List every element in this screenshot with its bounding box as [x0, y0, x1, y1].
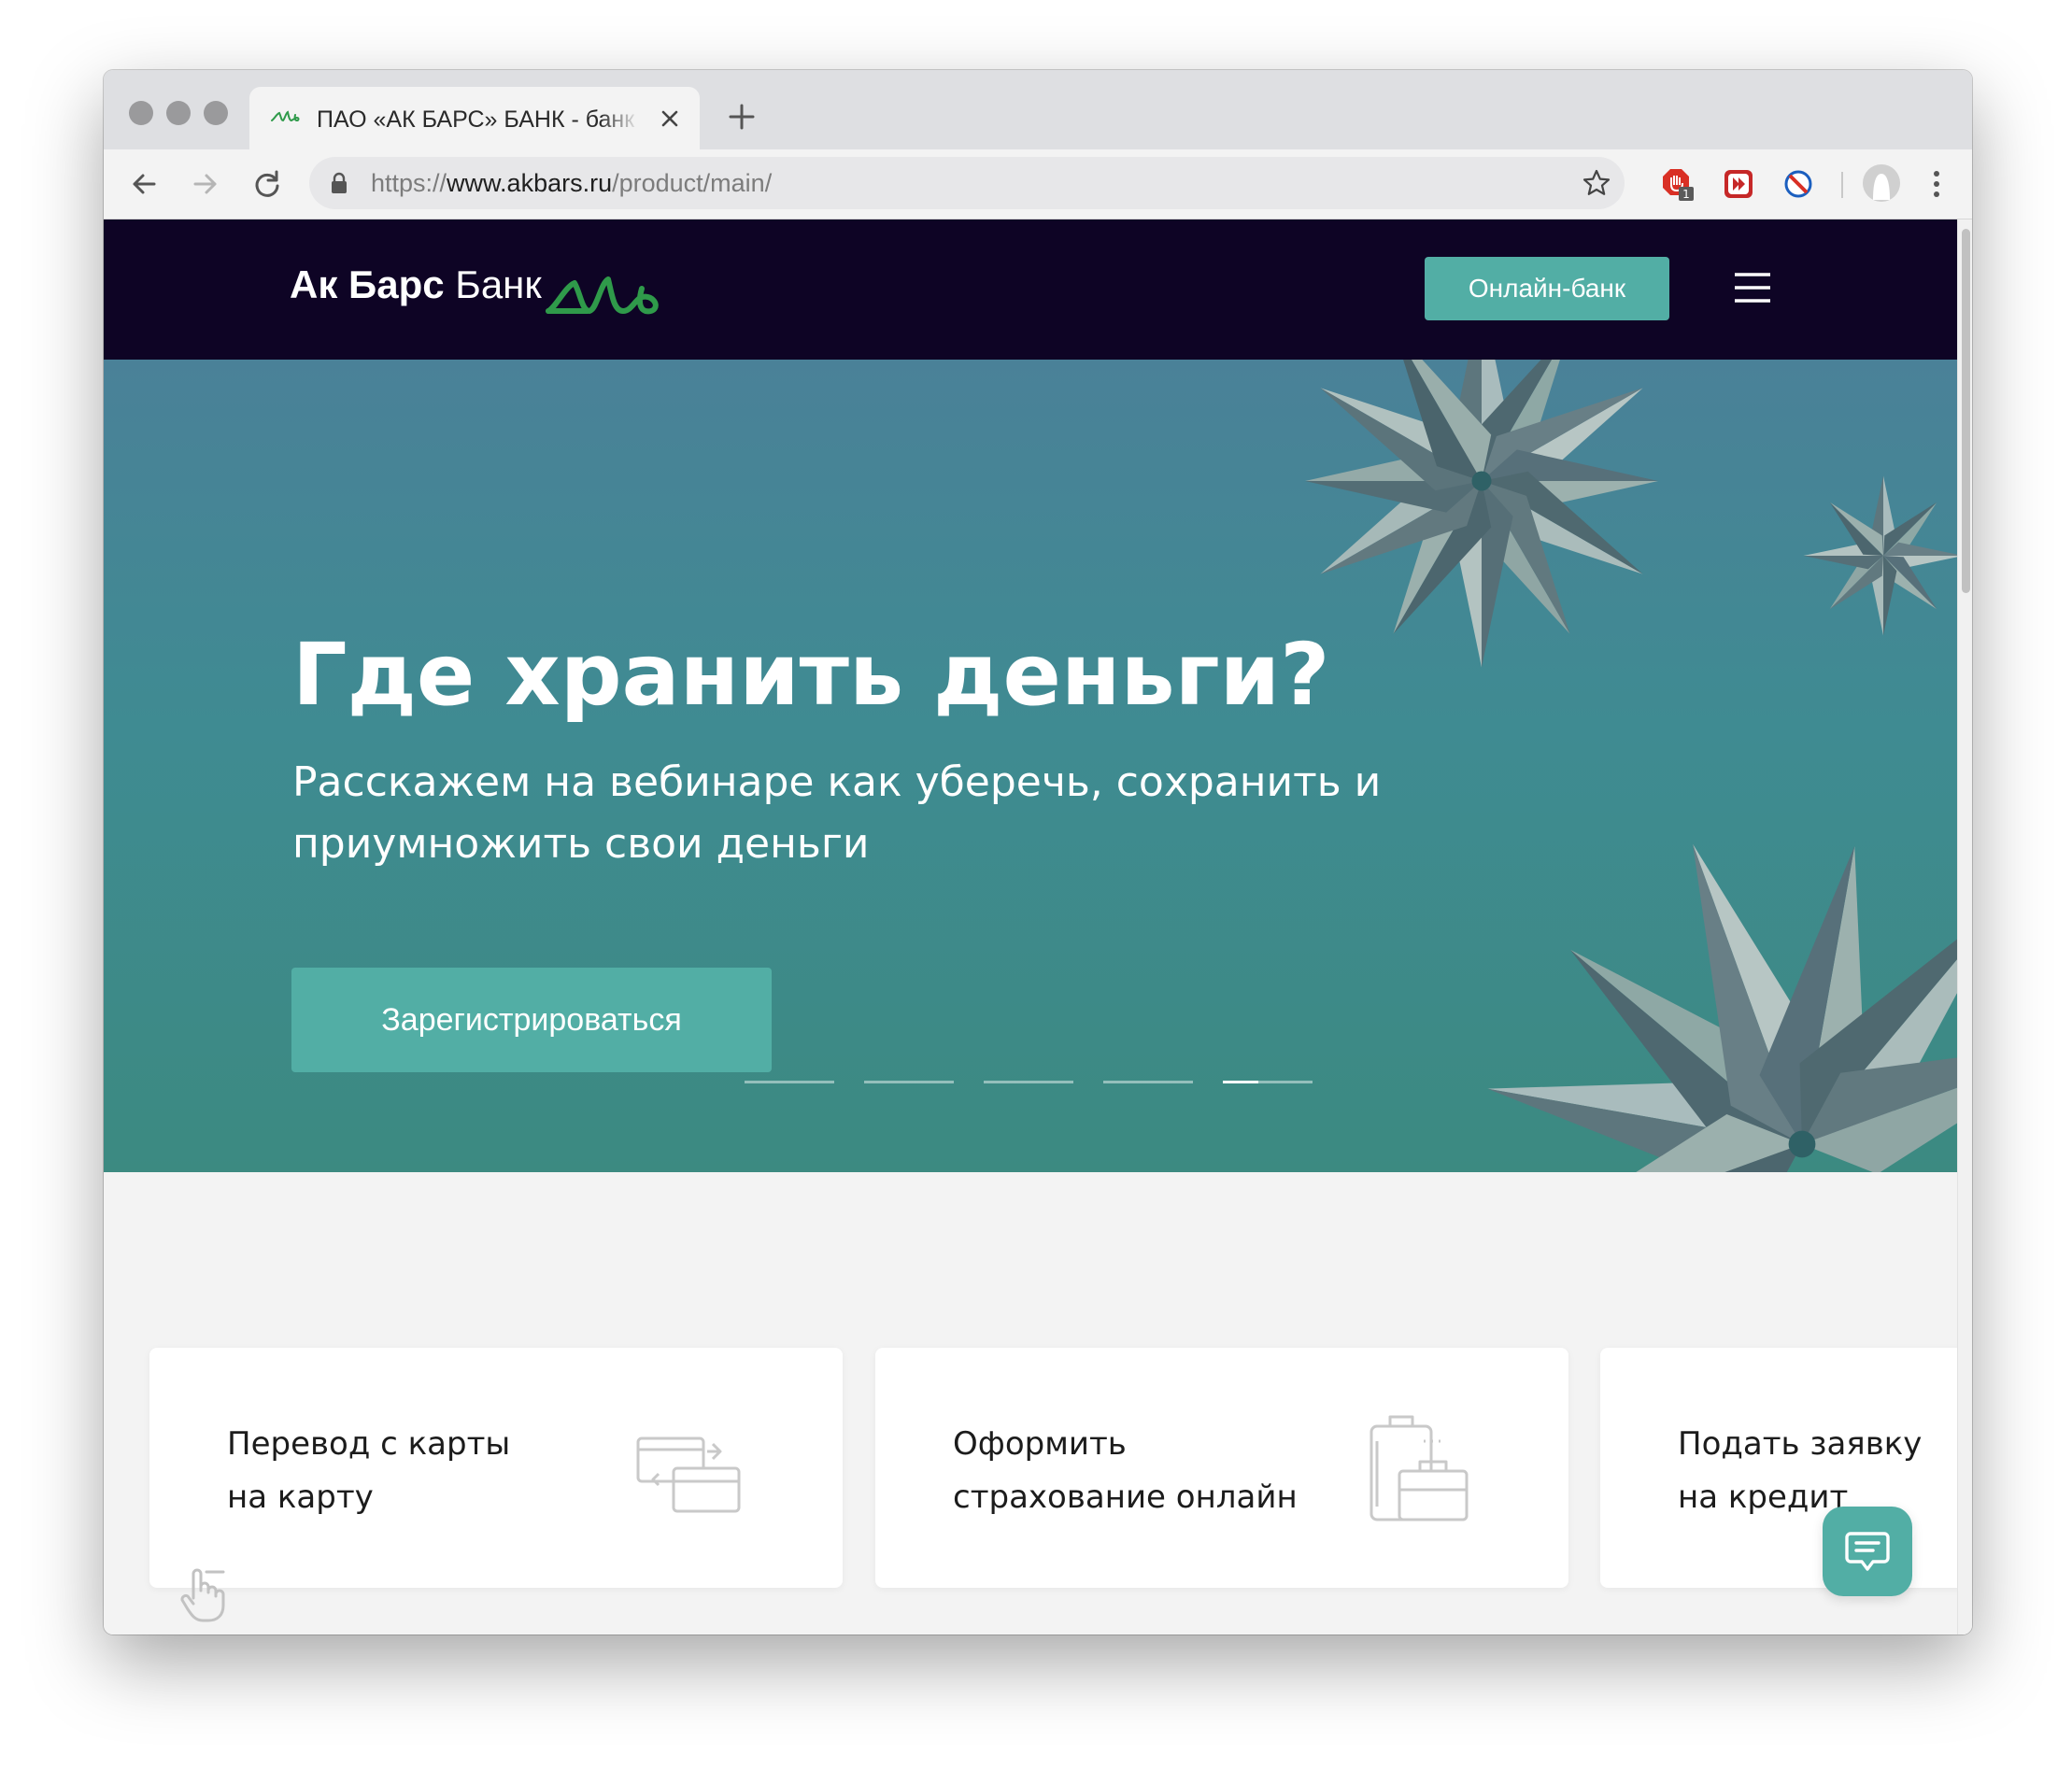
akbars-logo-icon: [271, 110, 300, 122]
slider-pagination: [745, 1081, 1324, 1084]
hero-title: Где хранить деньги?: [292, 625, 1330, 725]
page-scrollbar[interactable]: [1957, 219, 1972, 1635]
slider-dot[interactable]: [1103, 1081, 1193, 1083]
minimize-window-button[interactable]: [166, 101, 191, 125]
card-title-line2: на карту: [227, 1479, 374, 1516]
block-extension-icon[interactable]: [1781, 166, 1816, 202]
maximize-window-button[interactable]: [204, 101, 228, 125]
slider-dot[interactable]: [984, 1081, 1073, 1083]
hero-subtitle: Расскажем на вебинаре как уберечь, сохра…: [292, 758, 1382, 868]
site-logo[interactable]: Ак Барс Банк: [290, 259, 542, 311]
card-title-line1: Подать заявку: [1678, 1425, 1923, 1463]
hamburger-menu-icon[interactable]: [1733, 271, 1772, 304]
scrollbar-thumb[interactable]: [1962, 229, 1970, 593]
tab-strip: ПАО «АК БАРС» БАНК - банк: [104, 70, 1972, 149]
hero-banner: Где хранить деньги? Расскажем на вебинар…: [104, 360, 1957, 1172]
forward-arrow-icon[interactable]: [190, 168, 221, 200]
card-title-line2: страхование онлайн: [953, 1479, 1298, 1516]
adblock-extension-icon[interactable]: 1: [1660, 166, 1696, 202]
luggage-insurance-icon: [1370, 1415, 1469, 1521]
chat-button[interactable]: [1823, 1507, 1912, 1596]
slider-dot[interactable]: [864, 1081, 954, 1083]
browser-tab[interactable]: ПАО «АК БАРС» БАНК - банк: [249, 87, 700, 149]
site-header: Ак Барс Банк Онлайн-банк: [104, 219, 1957, 360]
tab-title: ПАО «АК БАРС» БАНК - банк: [317, 106, 635, 133]
card-transfer-icon: [636, 1436, 741, 1513]
slider-dot[interactable]: [1223, 1081, 1313, 1083]
back-arrow-icon[interactable]: [128, 168, 160, 200]
profile-avatar-icon[interactable]: [1863, 164, 1900, 202]
card-text: Оформить страхование онлайн: [953, 1418, 1364, 1524]
reload-icon[interactable]: [251, 168, 283, 200]
chat-bubble-icon: [1845, 1532, 1890, 1571]
browser-window: ПАО «АК БАРС» БАНК - банк https://www.ak…: [104, 70, 1972, 1635]
browser-toolbar: https://www.akbars.ru/product/main/ 1: [104, 149, 1972, 219]
extension-badge: 1: [1682, 188, 1690, 201]
toolbar-separator: [1841, 172, 1843, 198]
card-text: Перевод с карты на карту: [227, 1418, 638, 1524]
bookmark-star-icon[interactable]: [1582, 168, 1611, 198]
video-extension-icon[interactable]: [1721, 166, 1756, 202]
url-text[interactable]: https://www.akbars.ru/product/main/: [371, 166, 772, 200]
hand-pointer-icon: [180, 1568, 225, 1622]
logo-text-bold: Ак Барс: [290, 262, 445, 306]
new-tab-icon[interactable]: [728, 103, 756, 131]
logo-text-light: Банк: [444, 262, 542, 306]
card-text: Подать заявку на кредит: [1678, 1418, 1972, 1524]
lock-icon: [332, 172, 347, 193]
close-tab-icon[interactable]: [658, 106, 682, 131]
browser-menu-icon[interactable]: [1930, 166, 1943, 202]
url-scheme: https://: [371, 169, 447, 197]
akbars-logo-icon: [546, 276, 659, 315]
card-credit[interactable]: Подать заявку на кредит: [1600, 1348, 1972, 1588]
close-window-button[interactable]: [129, 101, 153, 125]
card-title-line1: Перевод с карты: [227, 1425, 511, 1463]
card-transfer[interactable]: Перевод с карты на карту: [149, 1348, 843, 1588]
slider-dot[interactable]: [745, 1081, 834, 1083]
url-host: www.akbars.ru: [447, 169, 613, 197]
page-viewport: Ак Барс Банк Онлайн-банк Где хранить ден…: [104, 219, 1972, 1635]
register-button[interactable]: Зарегистрироваться: [291, 968, 772, 1072]
card-insurance[interactable]: Оформить страхование онлайн: [875, 1348, 1568, 1588]
address-bar[interactable]: https://www.akbars.ru/product/main/: [309, 157, 1625, 209]
url-path: /product/main/: [612, 169, 773, 197]
online-bank-button[interactable]: Онлайн-банк: [1425, 257, 1669, 320]
card-title-line1: Оформить: [953, 1425, 1127, 1463]
slider-dot-progress: [1223, 1081, 1259, 1083]
